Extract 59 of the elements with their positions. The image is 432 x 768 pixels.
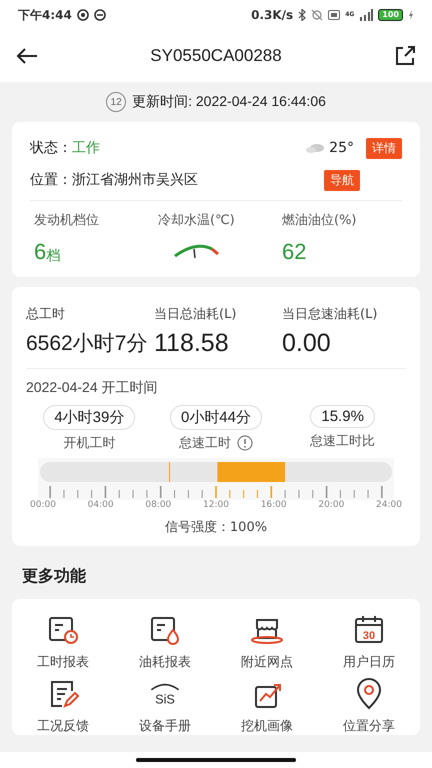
stat-value: 0.00 (282, 329, 332, 358)
share-icon[interactable] (394, 45, 416, 67)
charging-icon (408, 10, 414, 20)
detail-button[interactable]: 详情 (366, 138, 402, 158)
duration-label: 开机工时 (63, 435, 116, 452)
axis-label: 24:00 (376, 500, 402, 510)
axis-label: 08:00 (145, 500, 172, 510)
location-label: 位置： (30, 171, 72, 189)
duration-value: 15.9% (310, 405, 375, 428)
network-speed: 0.3K/s (251, 8, 294, 22)
axis-label: 12:00 (203, 500, 229, 510)
axis-label: 04:00 (88, 500, 114, 510)
stat-value: 6562小时7分 (26, 331, 148, 357)
status-value: 工作 (72, 139, 100, 157)
feature-label[interactable]: 附近网点 (241, 653, 293, 671)
temperature: 25° (329, 140, 354, 156)
metric-value: 6档 (34, 238, 62, 265)
signal-icon (359, 9, 374, 21)
notification-icon (94, 9, 106, 21)
duration-label: 怠速工时比 (310, 433, 376, 450)
location-value: 浙江省湖州市吴兴区 (72, 171, 198, 189)
duration-value: 0小时44分 (170, 405, 262, 430)
feature-label[interactable]: 工况反馈 (37, 717, 89, 735)
axis-label: 20:00 (318, 500, 344, 510)
stat-label: 当日总油耗(L) (154, 306, 238, 323)
feature-label[interactable]: 挖机画像 (241, 717, 293, 735)
alarm-off-icon (311, 9, 324, 21)
status-label: 状态： (30, 139, 72, 157)
info-icon[interactable] (236, 435, 253, 451)
page-title: SY0550CA00288 (149, 46, 283, 66)
feature-label[interactable]: 油耗报表 (139, 653, 191, 671)
feature-label[interactable]: 位置分享 (343, 717, 395, 735)
stat-value: 118.58 (154, 329, 230, 358)
metric-label: 冷却水温(℃) (158, 212, 236, 229)
feature-label[interactable]: 设备手册 (139, 717, 191, 735)
cloud-icon (305, 142, 326, 154)
duration-label: 怠速工时 (178, 435, 231, 452)
count-badge: 12 (106, 92, 126, 112)
feature-label[interactable]: 用户日历 (343, 653, 395, 671)
section-title: 2022-04-24 开工时间 (26, 379, 159, 397)
section-title: 更多功能 (21, 565, 87, 587)
stat-label: 总工时 (26, 306, 66, 323)
duration-value: 4小时39分 (43, 405, 136, 430)
metric-value: 62 (282, 238, 308, 265)
notification-icon (76, 9, 89, 21)
stat-label: 当日怠速油耗(L) (282, 306, 378, 323)
feature-label[interactable]: 工时报表 (37, 653, 89, 671)
bluetooth-icon (298, 9, 306, 21)
hd-icon (328, 10, 340, 20)
navigate-button[interactable]: 导航 (324, 170, 360, 190)
update-time: 更新时间: 2022-04-24 16:44:06 (132, 93, 326, 111)
back-icon[interactable] (16, 47, 38, 65)
signal-strength: 信号强度：100% (164, 519, 268, 536)
metric-label: 发动机档位 (34, 212, 100, 229)
axis-label: 00:00 (30, 500, 56, 510)
clock-time: 下午4:44 (18, 6, 72, 24)
battery-level: 100 (378, 9, 403, 21)
axis-label: 16:00 (260, 500, 287, 510)
metric-label: 燃油油位(%) (282, 212, 358, 229)
